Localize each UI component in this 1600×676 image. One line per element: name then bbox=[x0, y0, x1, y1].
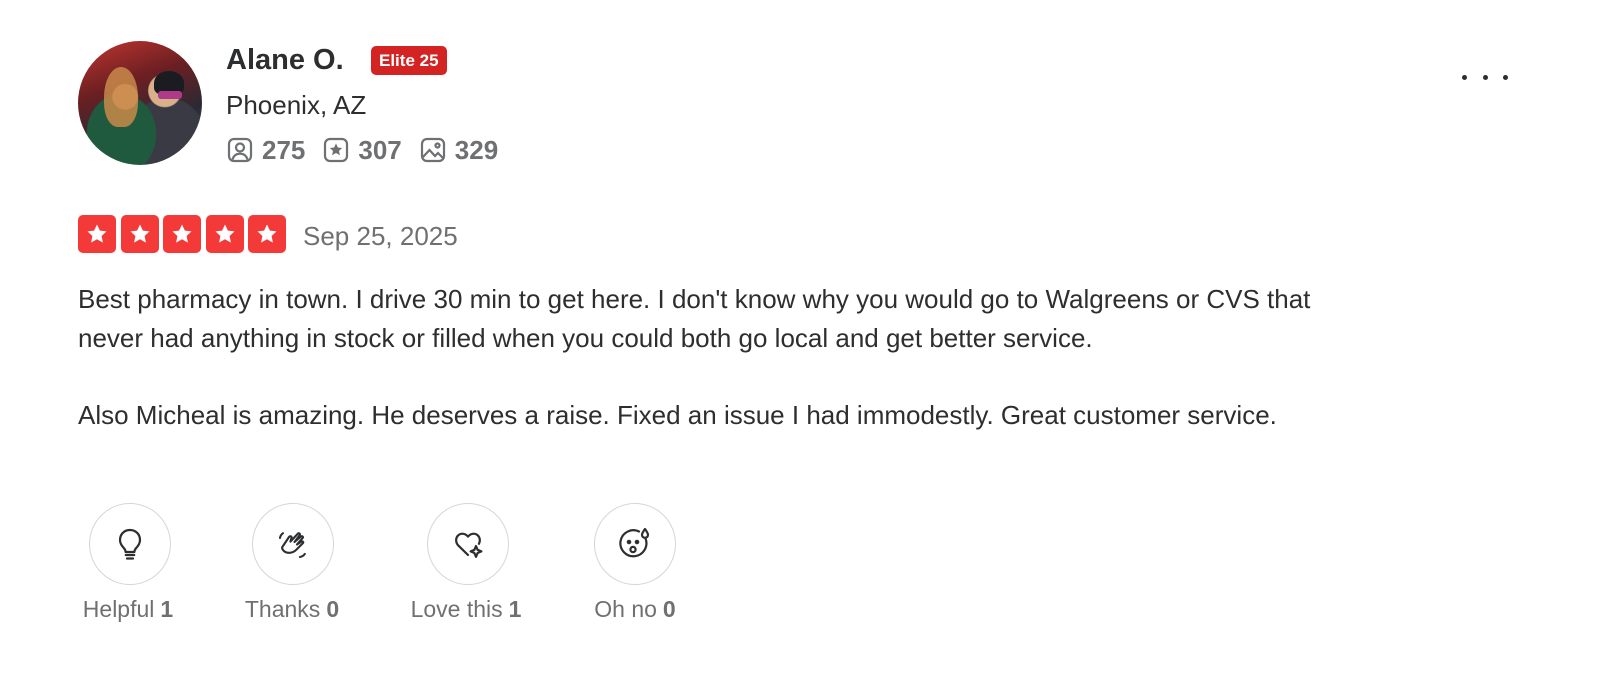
love-this-label: Love this 1 bbox=[411, 594, 522, 624]
star-icon bbox=[248, 215, 286, 253]
reaction-count: 1 bbox=[160, 596, 174, 622]
friends-icon bbox=[227, 137, 253, 163]
thanks-button[interactable] bbox=[252, 503, 334, 585]
dot-icon bbox=[1503, 74, 1508, 80]
reaction-count: 0 bbox=[662, 596, 676, 622]
waving-hands-icon bbox=[278, 532, 306, 559]
reaction-count: 1 bbox=[508, 596, 522, 622]
review-paragraph: Best pharmacy in town. I drive 30 min to… bbox=[78, 284, 1311, 353]
surprised-face-icon bbox=[619, 527, 650, 558]
star-square-icon bbox=[324, 137, 349, 163]
star-icon bbox=[163, 215, 201, 253]
avatar-decor bbox=[158, 91, 182, 99]
avatar-decor bbox=[104, 67, 138, 127]
photo-icon bbox=[420, 137, 445, 163]
photos-count: 329 bbox=[454, 134, 499, 165]
review-date: Sep 25, 2025 bbox=[303, 221, 458, 251]
friends-stat: 275 bbox=[226, 135, 305, 166]
thanks-label: Thanks 0 bbox=[245, 594, 339, 624]
friends-count: 275 bbox=[262, 134, 306, 165]
reaction-label: Helpful bbox=[82, 596, 155, 622]
star-icon bbox=[205, 215, 244, 253]
reviewer-location: Phoenix, AZ bbox=[226, 90, 367, 120]
helpful-label: Helpful 1 bbox=[83, 594, 173, 624]
reviewer-name[interactable]: Alane O. bbox=[226, 40, 344, 80]
star-icon bbox=[120, 215, 159, 253]
oh-no-label: Oh no 0 bbox=[594, 594, 675, 624]
star-rating bbox=[78, 215, 291, 253]
helpful-button[interactable] bbox=[89, 503, 171, 585]
dot-icon bbox=[1462, 74, 1467, 80]
photos-stat: 329 bbox=[419, 135, 498, 166]
heart-sparkle-icon bbox=[455, 532, 483, 558]
oh-no-button[interactable] bbox=[594, 503, 676, 585]
reaction-label: Love this bbox=[410, 596, 503, 622]
lightbulb-icon bbox=[118, 528, 142, 560]
avatar[interactable] bbox=[78, 41, 202, 165]
review-body: Best pharmacy in town. I drive 30 min to… bbox=[78, 280, 1338, 434]
reviews-count: 307 bbox=[358, 134, 402, 165]
love-this-button[interactable] bbox=[427, 503, 509, 585]
dot-icon bbox=[1482, 74, 1488, 80]
more-options-button[interactable] bbox=[1462, 62, 1508, 92]
reaction-count: 0 bbox=[326, 596, 340, 622]
reviews-stat: 307 bbox=[322, 134, 402, 166]
elite-badge[interactable]: Elite 25 bbox=[371, 46, 447, 75]
reaction-label: Thanks bbox=[244, 596, 321, 622]
star-icon bbox=[78, 215, 116, 253]
reviewer-stats: 275 307 329 bbox=[226, 134, 515, 166]
review-paragraph: Also Micheal is amazing. He deserves a r… bbox=[78, 399, 1277, 430]
reaction-label: Oh no bbox=[594, 596, 657, 622]
